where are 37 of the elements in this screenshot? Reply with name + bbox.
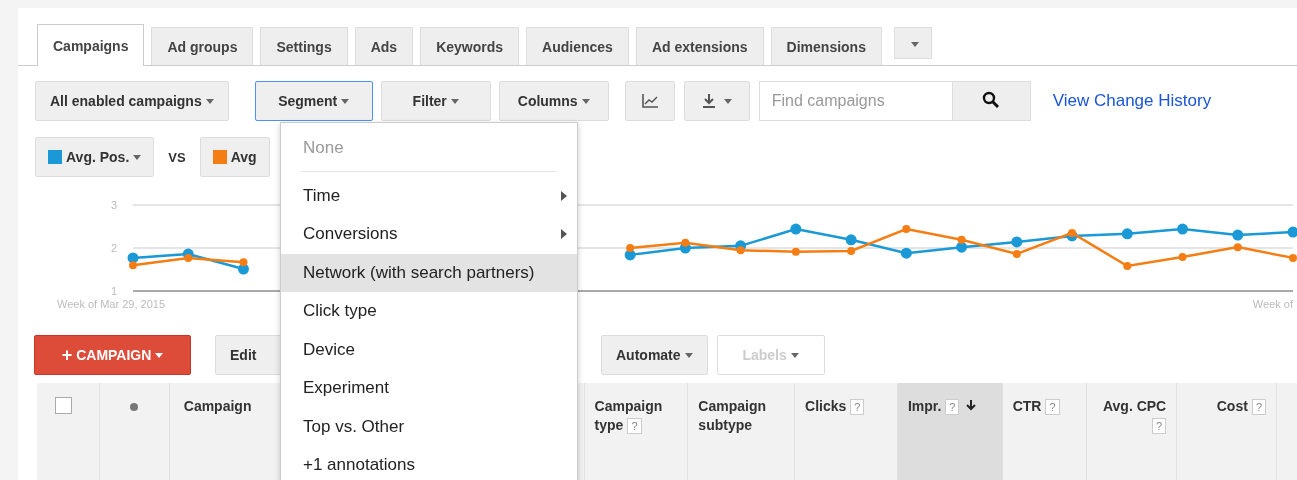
tab[interactable]: Ads: [354, 27, 414, 65]
campaign-scope-dropdown[interactable]: All enabled campaigns: [35, 81, 229, 121]
x-tick-label: Week of: [1252, 298, 1293, 310]
x-tick-label: Week of Mar 29, 2015: [57, 298, 166, 310]
tab[interactable]: Ad groups: [151, 27, 254, 65]
metric-dropdown[interactable]: Avg. Pos.: [35, 137, 155, 177]
menu-item[interactable]: Network (with search partners): [281, 253, 577, 292]
column-header[interactable]: Campaign type ?: [584, 383, 689, 480]
automate-dropdown[interactable]: Automate: [601, 335, 708, 375]
tab[interactable]: Ad extensions: [635, 27, 764, 65]
tab[interactable]: Campaigns: [37, 24, 145, 66]
column-header[interactable]: Impr. ?: [897, 383, 1003, 480]
column-header[interactable]: Cost ?: [1177, 383, 1277, 480]
toolbar-dropdown[interactable]: Filter: [380, 81, 491, 121]
column-header[interactable]: Avg. CPC ?: [1087, 383, 1178, 480]
column-header[interactable]: Campaign subtype: [688, 383, 796, 480]
metric-dropdown[interactable]: Avg: [199, 137, 270, 177]
add-campaign-button[interactable]: + CAMPAIGN: [34, 335, 191, 375]
y-tick-label: 1: [110, 285, 117, 297]
view-change-history-link[interactable]: View Change History: [1052, 91, 1212, 111]
tab[interactable]: Dimensions: [770, 27, 882, 65]
tab[interactable]: Settings: [260, 27, 348, 65]
column-header[interactable]: CTR ?: [1002, 383, 1088, 480]
menu-item[interactable]: Time: [281, 176, 577, 215]
toolbar-dropdown[interactable]: Columns: [498, 81, 609, 121]
menu-item[interactable]: Conversions: [281, 215, 577, 254]
menu-item[interactable]: +1 annotations: [281, 446, 577, 480]
y-tick-label: 2: [110, 242, 117, 254]
menu-item[interactable]: Top vs. Other: [281, 407, 577, 446]
toolbar-dropdown[interactable]: Segment: [254, 81, 373, 121]
column-header[interactable]: Clicks ?: [795, 383, 898, 480]
y-tick-label: 3: [110, 199, 117, 211]
vs-label: VS: [168, 149, 186, 165]
search-field[interactable]: Find campaigns: [758, 81, 953, 121]
tab[interactable]: Keywords: [420, 27, 520, 65]
menu-item[interactable]: Click type: [281, 292, 577, 331]
tab[interactable]: Audiences: [526, 27, 629, 65]
